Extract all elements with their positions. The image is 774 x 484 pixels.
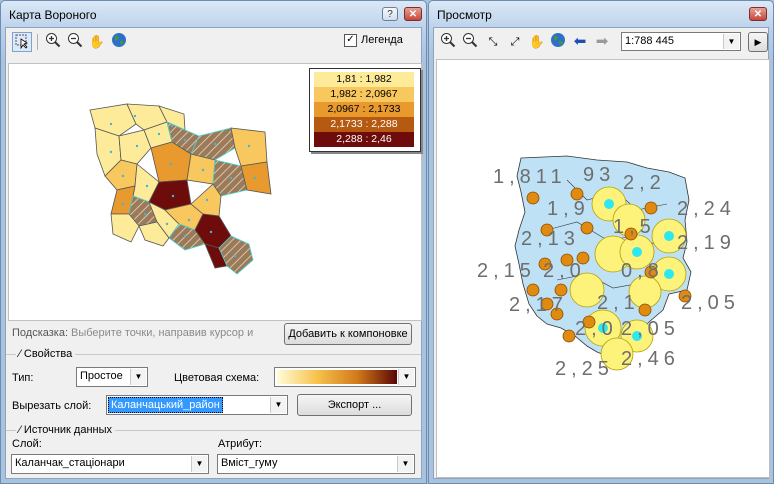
window-body: ⤡ ⤢ ✋ ⬅ ➡ 1:788 445 ▼ ▶ 1,811 93 2,2 1,9… [433, 27, 770, 479]
hint-text: Выберите точки, направив курсор и [71, 327, 254, 339]
zoom-out-icon[interactable] [460, 32, 480, 52]
point-label: 93 [583, 164, 616, 186]
preview-map-canvas[interactable]: 1,811 93 2,2 1,9 2,24 2,13 1,5 2,19 2,15 2,0 0,8 2,… [436, 59, 770, 478]
title-bar[interactable]: Карта Вороного ? ✕ [1, 1, 426, 27]
chevron-down-icon: ▼ [270, 397, 286, 413]
type-select[interactable]: Простое ▼ [76, 367, 148, 387]
add-to-layout-button[interactable]: Добавить к компоновке [284, 323, 412, 345]
legend-item: 1,81 : 1,982 [314, 72, 414, 87]
select-points-tool-icon[interactable] [12, 32, 32, 52]
window-title: Карта Вороного [9, 8, 97, 22]
point-label: 2,05 [681, 292, 740, 314]
point-label: 2,0 [575, 318, 618, 340]
export-button[interactable]: Экспорт ... [297, 394, 412, 416]
data-source-section-title: ⁄ Источник данных [16, 424, 116, 436]
window-title: Просмотр [437, 8, 492, 22]
attribute-label: Атрибут: [218, 438, 263, 450]
zoom-out-icon[interactable] [65, 32, 85, 52]
legend-item: 1,982 : 2,0967 [314, 87, 414, 102]
forward-arrow-icon[interactable]: ➡ [592, 32, 612, 52]
zoom-in-icon[interactable] [438, 32, 458, 52]
window-body: ✋ ✓ Легенда 1,81: 1,982 1,982: 2,0967 … [5, 27, 422, 479]
chevron-down-icon: ▼ [130, 369, 146, 385]
point-label: 1,9 [547, 198, 590, 220]
legend-checkbox[interactable]: ✓ [344, 34, 357, 47]
point-label: 2,15 [477, 260, 536, 282]
legend-item: 2,288 : 2,46 [314, 132, 414, 147]
chevron-down-icon: ▼ [397, 456, 413, 472]
more-tools-button[interactable]: ▶ [748, 32, 768, 52]
toolbar-separator [37, 34, 38, 50]
preview-window: Просмотр ✕ ⤡ ⤢ ✋ ⬅ ➡ 1:788 445 ▼ ▶ 1,811… [428, 0, 774, 484]
legend-item: 2,0967 : 2,1733 [314, 102, 414, 117]
color-scheme-select[interactable]: ▼ [274, 367, 416, 387]
fixed-zoom-out-icon[interactable]: ⤢ [505, 32, 525, 52]
back-arrow-icon[interactable]: ⬅ [570, 32, 590, 52]
point-label: 2,13 [521, 228, 580, 250]
point-label: 2,0 [543, 260, 586, 282]
layer-select[interactable]: Каланчак_стаціонари ▼ [11, 454, 209, 474]
point-label: 2,1 [597, 292, 640, 314]
chevron-down-icon: ▼ [191, 456, 207, 472]
close-button[interactable]: ✕ [749, 7, 767, 21]
clip-layer-select[interactable]: Каланчацький_район ▼ [106, 395, 288, 415]
help-button[interactable]: ? [382, 7, 398, 21]
color-ramp-swatch [277, 370, 397, 384]
point-label: 2,25 [555, 358, 614, 380]
point-label: 2,24 [677, 198, 736, 220]
color-scheme-label: Цветовая схема: [174, 372, 260, 384]
voronoi-map-canvas[interactable]: 1,81 : 1,982 1,982 : 2,0967 2,0967 : 2,173… [8, 63, 422, 321]
full-extent-globe-icon[interactable] [109, 32, 129, 52]
attribute-select[interactable]: Вміст_гуму ▼ [217, 454, 415, 474]
pan-hand-icon[interactable]: ✋ [527, 32, 547, 52]
point-label: 2,46 [621, 348, 680, 370]
legend-item: 2,1733 : 2,288 [314, 117, 414, 132]
pan-hand-icon[interactable]: ✋ [87, 32, 107, 52]
point-label: 2,19 [677, 232, 736, 254]
point-label: 2,17 [509, 294, 568, 316]
point-label: 2,05 [621, 318, 680, 340]
hint-label: Подсказка: [12, 327, 69, 339]
legend-checkbox-label: Легенда [361, 34, 403, 46]
point-label: 0,8 [621, 260, 664, 282]
point-label: 1,811 [493, 166, 567, 188]
point-label: 1,5 [613, 216, 656, 238]
clip-layer-label: Вырезать слой: [12, 400, 92, 412]
close-button[interactable]: ✕ [404, 7, 422, 21]
type-label: Тип: [12, 372, 34, 384]
voronoi-map-window: Карта Вороного ? ✕ ✋ ✓ Легенда 1,81: 1,… [0, 0, 427, 484]
zoom-in-icon[interactable] [43, 32, 63, 52]
point-label: 2,2 [623, 172, 666, 194]
fixed-zoom-in-icon[interactable]: ⤡ [483, 32, 503, 52]
layer-label: Слой: [12, 438, 42, 450]
clip-layer-value: Каланчацький_район [108, 397, 223, 413]
chevron-down-icon: ▼ [723, 34, 739, 49]
title-bar[interactable]: Просмотр ✕ [429, 1, 773, 27]
scale-select[interactable]: 1:788 445 ▼ [621, 32, 741, 51]
map-legend: 1,81 : 1,982 1,982 : 2,0967 2,0967 : 2,173… [309, 68, 421, 152]
chevron-down-icon: ▼ [398, 369, 414, 385]
point-labels-layer: 1,811 93 2,2 1,9 2,24 2,13 1,5 2,19 2,15 2,0 0,8 2,… [437, 60, 769, 477]
properties-section-title: ⁄ Свойства [16, 348, 76, 360]
full-extent-globe-icon[interactable] [548, 32, 568, 52]
